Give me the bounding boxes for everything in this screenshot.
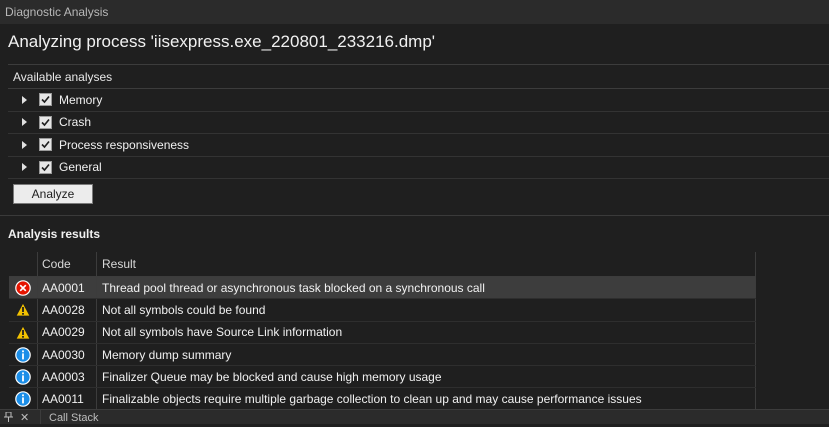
table-row[interactable]: AA0028 Not all symbols could be found	[9, 299, 756, 322]
result-text: Not all symbols have Source Link informa…	[97, 321, 756, 343]
analysis-row-process-responsiveness[interactable]: Process responsiveness	[8, 134, 829, 157]
table-row[interactable]: AA0030 Memory dump summary	[9, 343, 756, 367]
result-text: Finalizable objects require multiple gar…	[97, 388, 756, 410]
warning-icon	[15, 324, 31, 340]
table-row[interactable]: AA0029 Not all symbols have Source Link …	[9, 321, 756, 344]
table-row[interactable]: AA0003 Finalizer Queue may be blocked an…	[9, 366, 756, 389]
result-text: Memory dump summary	[97, 343, 756, 366]
result-text: Thread pool thread or asynchronous task …	[97, 277, 756, 299]
tab-call-stack[interactable]: Call Stack	[40, 410, 109, 424]
checkmark-icon	[41, 141, 50, 149]
result-text: Not all symbols could be found	[97, 299, 756, 321]
analysis-row-crash[interactable]: Crash	[8, 112, 829, 134]
crash-checkbox[interactable]	[39, 115, 52, 129]
grid-header-row: Code Result	[9, 252, 756, 277]
page-title: Analyzing process 'iisexpress.exe_220801…	[8, 32, 436, 51]
process-responsiveness-checkbox[interactable]	[39, 138, 52, 152]
pin-icon[interactable]	[4, 412, 13, 422]
checkmark-icon	[41, 163, 50, 171]
result-code: AA0001	[38, 277, 97, 299]
checkmark-icon	[41, 118, 50, 126]
info-icon	[15, 346, 31, 363]
close-icon[interactable]: ✕	[20, 411, 29, 424]
analysis-label: General	[59, 160, 102, 175]
info-icon	[15, 391, 31, 407]
general-checkbox[interactable]	[39, 160, 52, 174]
analysis-results-title: Analysis results	[8, 227, 101, 241]
available-analyses-panel: Available analyses Memory Crash Process …	[8, 64, 829, 180]
analysis-label: Process responsiveness	[59, 137, 190, 152]
icon-column-header[interactable]	[9, 252, 38, 276]
checkmark-icon	[41, 96, 50, 104]
analysis-label: Crash	[59, 115, 92, 130]
result-code: AA0003	[38, 366, 97, 388]
expand-arrow-icon[interactable]	[22, 140, 27, 149]
error-icon	[15, 279, 31, 296]
expand-arrow-icon[interactable]	[22, 118, 27, 127]
table-row[interactable]: AA0011 Finalizable objects require multi…	[9, 388, 756, 411]
bottom-tab-strip: ✕ Call Stack	[0, 409, 829, 424]
warning-icon	[15, 302, 31, 317]
result-text: Finalizer Queue may be blocked and cause…	[97, 366, 756, 388]
expand-arrow-icon[interactable]	[22, 163, 27, 172]
analysis-row-memory[interactable]: Memory	[8, 89, 829, 112]
section-divider	[0, 215, 829, 216]
available-analyses-header: Available analyses	[8, 65, 829, 89]
result-code: AA0011	[38, 388, 97, 410]
window-title: Diagnostic Analysis	[0, 0, 829, 24]
memory-checkbox[interactable]	[39, 93, 52, 107]
info-icon	[15, 369, 31, 385]
table-row[interactable]: AA0001 Thread pool thread or asynchronou…	[9, 277, 756, 300]
result-code: AA0029	[38, 321, 97, 343]
analysis-row-general[interactable]: General	[8, 157, 829, 179]
result-code: AA0030	[38, 343, 97, 366]
result-column-header[interactable]: Result	[97, 252, 756, 276]
analysis-results-grid: Code Result AA0001 Thread pool thread or…	[9, 252, 756, 411]
code-column-header[interactable]: Code	[38, 252, 97, 276]
analyze-button[interactable]: Analyze	[13, 184, 93, 204]
analysis-label: Memory	[59, 92, 103, 107]
result-code: AA0028	[38, 299, 97, 321]
expand-arrow-icon[interactable]	[22, 95, 27, 104]
